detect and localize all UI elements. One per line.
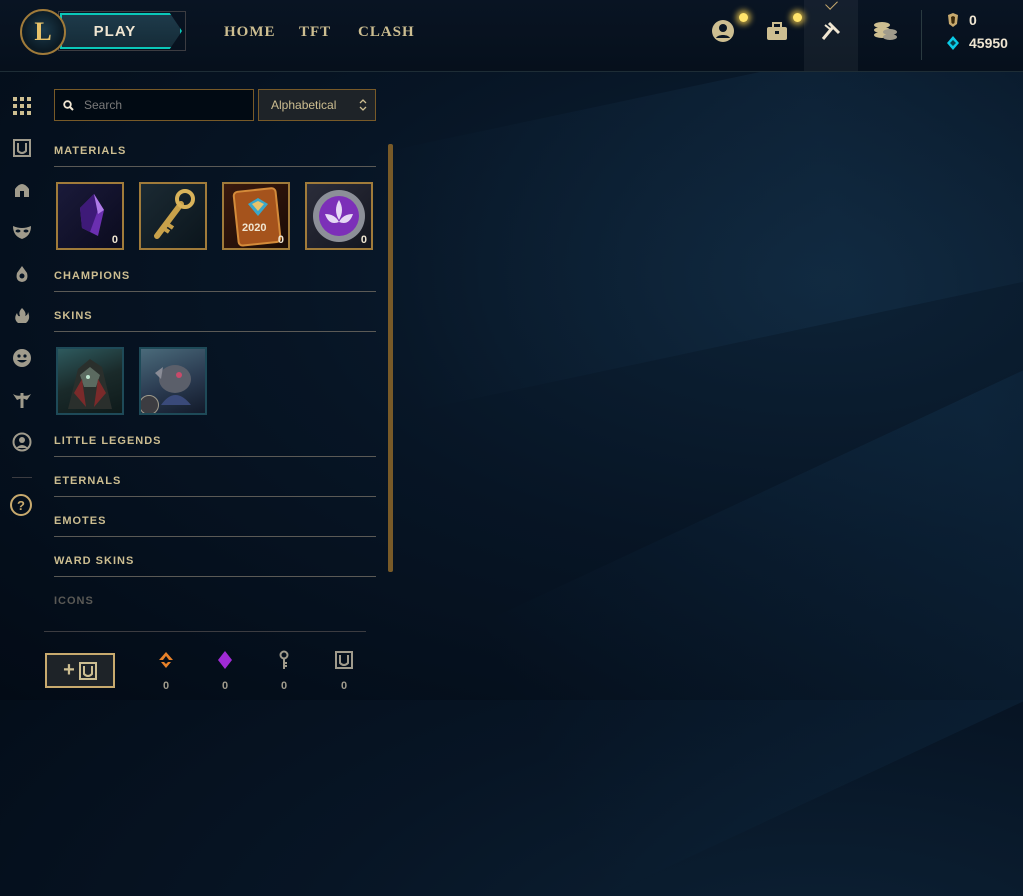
key-value: 0	[280, 680, 288, 692]
category-eternals[interactable]: ETERNALS	[54, 475, 376, 497]
mask-icon[interactable]	[10, 220, 34, 244]
help-button[interactable]: ?	[10, 494, 32, 516]
material-tile[interactable]: 2020 0	[222, 182, 290, 250]
play-label: PLAY	[93, 22, 137, 40]
top-navigation-bar: PLAY L HOME TFT CLASH 0 45950	[0, 0, 1023, 72]
skin-tier-badge-icon	[141, 395, 159, 413]
category-emotes[interactable]: EMOTES	[54, 515, 376, 537]
mythic-essence-wallet[interactable]: 0	[210, 648, 240, 692]
chest-icon	[335, 651, 353, 669]
emote-icon[interactable]	[10, 346, 34, 370]
nav-tft[interactable]: TFT	[299, 24, 331, 41]
riot-points-value: 0	[969, 12, 977, 28]
background-streak	[478, 243, 1023, 896]
search-box[interactable]	[54, 89, 254, 121]
hextech-key-icon	[154, 189, 195, 239]
blue-essence-display[interactable]: 45950	[945, 35, 1008, 51]
notification-dot	[793, 13, 802, 22]
filter-rail	[0, 72, 44, 700]
riot-points-icon	[948, 13, 958, 27]
category-little-legends[interactable]: LITTLE LEGENDS	[54, 435, 376, 457]
nav-clash[interactable]: CLASH	[358, 24, 415, 41]
ward-icon[interactable]	[10, 388, 34, 412]
skin-1-portrait	[68, 359, 112, 409]
craft-chest-button[interactable]: +	[45, 653, 115, 688]
icons-profile-icon[interactable]	[10, 430, 34, 454]
bottom-divider	[44, 631, 366, 632]
material-tile[interactable]: 0	[56, 182, 124, 250]
category-materials[interactable]: MATERIALS	[54, 145, 376, 167]
league-logo-icon[interactable]: L	[20, 9, 66, 55]
divider	[921, 10, 922, 60]
add-label: +	[63, 659, 75, 681]
flask-icon[interactable]	[10, 262, 34, 286]
all-grid-icon[interactable]	[10, 94, 34, 118]
search-icon	[63, 99, 74, 111]
collection-icon[interactable]	[762, 16, 792, 46]
mythic-essence-value: 0	[221, 680, 229, 692]
chest-icon	[78, 661, 97, 680]
category-ward-skins[interactable]: WARD SKINS	[54, 555, 376, 577]
notification-dot	[739, 13, 748, 22]
orange-essence-icon	[159, 652, 173, 668]
material-count: 0	[360, 234, 367, 246]
material-count: 0	[277, 234, 284, 246]
material-count: 0	[111, 234, 118, 246]
champion-helm-icon[interactable]	[10, 178, 34, 202]
chest-wallet[interactable]: 0	[329, 648, 359, 692]
token-year-label: 2020	[242, 222, 267, 234]
mythic-essence-icon	[218, 651, 232, 669]
sort-chevrons-icon	[359, 99, 367, 111]
list-scrollbar[interactable]	[388, 144, 393, 572]
play-button[interactable]: PLAY	[60, 13, 182, 49]
sort-dropdown[interactable]: Alphabetical	[258, 89, 376, 121]
rail-divider	[12, 477, 32, 478]
category-skins[interactable]: SKINS	[54, 310, 376, 332]
material-tile[interactable]	[139, 182, 207, 250]
blue-essence-value: 45950	[969, 35, 1008, 51]
profile-icon[interactable]	[708, 16, 738, 46]
nav-home[interactable]: HOME	[224, 24, 276, 41]
store-icon[interactable]	[870, 16, 900, 46]
chest-icon[interactable]	[10, 136, 34, 160]
orange-essence-wallet[interactable]: 0	[151, 648, 181, 692]
help-label: ?	[17, 497, 25, 513]
search-input[interactable]	[82, 97, 246, 113]
riot-points-display[interactable]: 0	[945, 12, 977, 28]
blue-essence-icon	[947, 36, 959, 50]
loot-icon[interactable]	[816, 16, 846, 46]
category-champions[interactable]: CHAMPIONS	[54, 270, 376, 292]
material-tile[interactable]: 0	[305, 182, 373, 250]
skin-tile[interactable]	[139, 347, 207, 415]
key-wallet[interactable]: 0	[269, 648, 299, 692]
skin-tile[interactable]	[56, 347, 124, 415]
sort-selected-value: Alphabetical	[271, 98, 337, 112]
category-icons[interactable]: ICONS	[54, 595, 376, 617]
key-icon	[279, 650, 289, 669]
fire-icon[interactable]	[10, 304, 34, 328]
orange-essence-value: 0	[162, 680, 170, 692]
chest-value: 0	[340, 680, 348, 692]
